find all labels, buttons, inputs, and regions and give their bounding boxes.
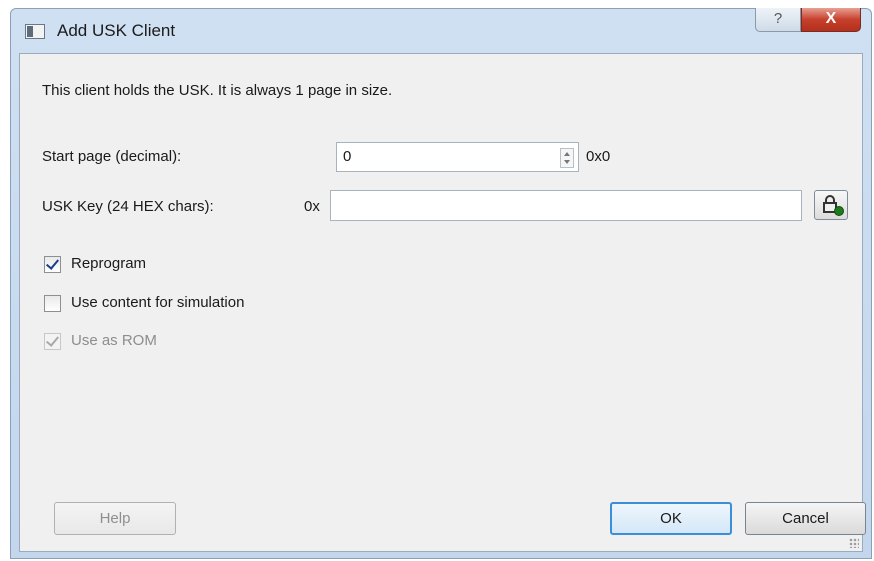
reprogram-label[interactable]: Reprogram [71, 255, 146, 272]
dialog-body: This client holds the USK. It is always … [19, 53, 866, 552]
help-button: Help [54, 502, 176, 535]
hex-prefix: 0x [304, 198, 320, 215]
title-bar[interactable]: Add USK Client ? X [11, 8, 871, 53]
spin-down-icon[interactable] [564, 160, 570, 164]
start-page-spinbox[interactable]: 0 [336, 142, 579, 172]
key-lock-button[interactable] [814, 190, 848, 220]
cancel-button[interactable]: Cancel [745, 502, 866, 535]
window-title: Add USK Client [57, 21, 176, 40]
spin-up-icon[interactable] [564, 152, 570, 156]
use-content-label[interactable]: Use content for simulation [71, 294, 244, 311]
reprogram-checkbox[interactable] [44, 256, 61, 273]
start-page-hex: 0x0 [586, 148, 611, 165]
use-as-rom-checkbox [44, 333, 61, 350]
status-dot-icon [834, 206, 844, 216]
usk-key-label: USK Key (24 HEX chars): [42, 198, 214, 215]
use-content-checkbox[interactable] [44, 295, 61, 312]
resize-grip[interactable] [849, 538, 859, 548]
help-title-button[interactable]: ? [755, 8, 801, 32]
ok-button[interactable]: OK [610, 502, 732, 535]
start-page-value[interactable]: 0 [343, 148, 351, 165]
intro-text: This client holds the USK. It is always … [42, 82, 393, 99]
window-icon [25, 24, 45, 39]
use-as-rom-label: Use as ROM [71, 332, 157, 349]
spin-arrows[interactable] [560, 148, 574, 168]
dialog-window: Add USK Client ? X This client holds the… [10, 8, 872, 559]
close-button[interactable]: X [801, 8, 861, 32]
start-page-label: Start page (decimal): [42, 148, 182, 165]
usk-key-input[interactable] [330, 190, 802, 221]
